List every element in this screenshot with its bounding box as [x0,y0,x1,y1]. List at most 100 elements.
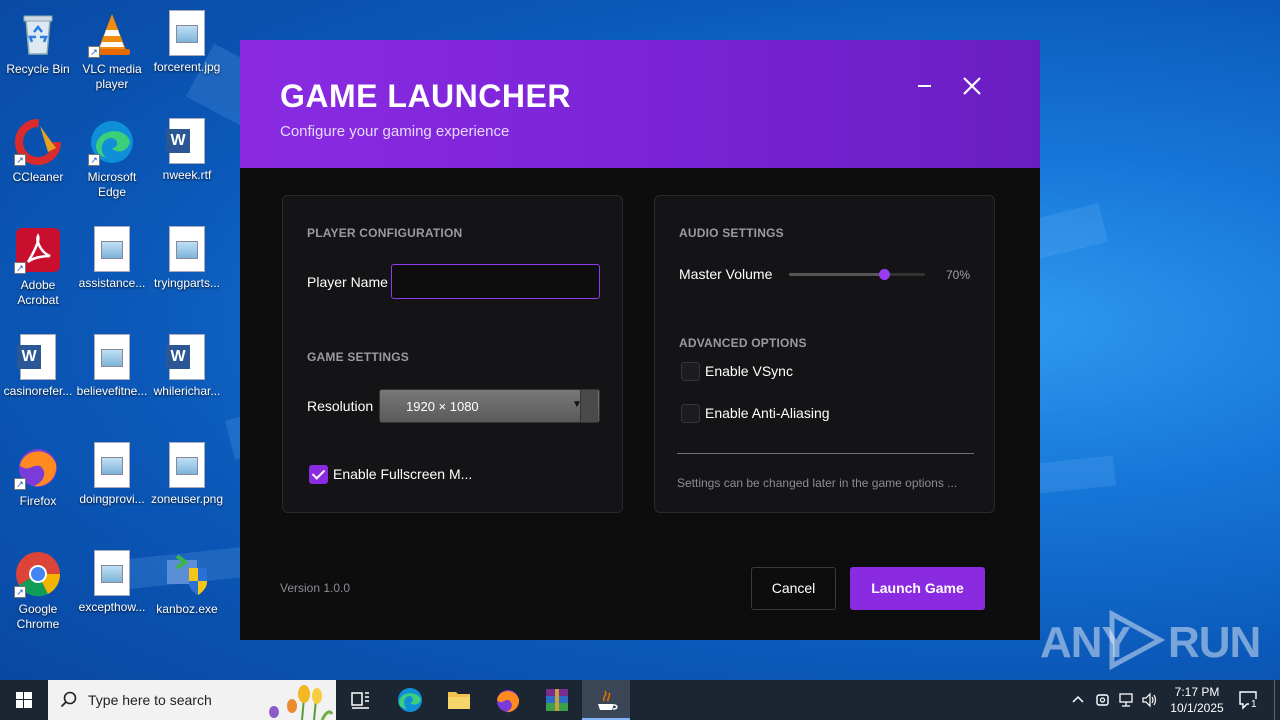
desktop-icon-label: Microsoft Edge [87,170,137,199]
show-desktop-button[interactable] [1274,680,1275,720]
vlc-cone-icon: ↗ [88,10,136,58]
desktop-icon-ccleaner[interactable]: ↗ CCleaner [0,112,76,185]
edge-browser-icon [398,688,422,712]
taskbar-search-box[interactable]: Type here to search [48,680,336,720]
desktop-icon-label: tryingparts... [153,276,221,290]
game-launcher-window: GAME LAUNCHER Configure your gaming expe… [240,40,1040,640]
network-button[interactable] [1117,691,1135,712]
desktop-icon-label: zoneuser.png [150,492,224,506]
clock-date: 10/1/2025 [1170,701,1224,715]
desktop-icon-label: kanboz.exe [156,602,218,616]
close-icon [963,77,981,95]
desktop-icon-zoneuser[interactable]: zoneuser.png [149,436,225,507]
taskbar-java-app[interactable] [582,680,630,720]
close-button[interactable] [956,70,988,102]
word-document-icon: W [17,334,56,380]
shortcut-arrow-icon: ↗ [88,46,100,58]
desktop-icon-excepthow[interactable]: excepthow... [74,544,150,615]
launch-game-button[interactable]: Launch Game [850,567,985,610]
play-triangle-icon [1109,610,1166,670]
taskbar-winrar[interactable] [533,680,581,720]
desktop-icon-casinorefer[interactable]: W casinorefer... [0,328,76,399]
anyrun-watermark: ANY RUN [1040,610,1261,670]
recycle-bin-icon [14,10,62,58]
desktop-icon-label: doingprovi... [79,492,145,506]
java-icon [598,690,618,710]
desktop-icon-believefitne[interactable]: believefitne... [74,328,150,399]
acrobat-icon: ↗ [14,226,62,274]
desktop-icon-recycle-bin[interactable]: Recycle Bin [0,4,76,77]
image-file-icon [169,10,205,56]
taskbar-edge[interactable] [386,680,434,720]
shortcut-arrow-icon: ↗ [14,586,26,598]
ccleaner-icon: ↗ [14,118,62,166]
meet-now-button[interactable] [1094,691,1112,712]
desktop-icon-edge[interactable]: ↗ Microsoft Edge [74,112,150,200]
minimize-button[interactable] [908,70,940,102]
player-name-label: Player Name [307,274,388,290]
select-button-area [580,390,598,422]
taskbar: Type here to search 7:17 PM 10/1/2025 1 [0,680,1280,720]
firefox-icon: ↗ [14,442,62,490]
image-file-icon [169,442,205,488]
audio-advanced-panel: AUDIO SETTINGS Master Volume 70% ADVANCE… [654,195,995,513]
desktop-icon-kanboz[interactable]: kanboz.exe [149,544,225,617]
desktop-icon-label: CCleaner [12,170,64,184]
master-volume-slider[interactable] [789,269,925,280]
start-button[interactable] [0,680,48,720]
desktop-icon-chrome[interactable]: ↗ Google Chrome [0,544,76,632]
desktop-icon-acrobat[interactable]: ↗ Adobe Acrobat [0,220,76,308]
desktop-icon-tryingparts[interactable]: tryingparts... [149,220,225,291]
fullscreen-label: Enable Fullscreen M... [333,466,473,482]
launcher-header: GAME LAUNCHER Configure your gaming expe… [240,40,1040,168]
volume-button[interactable] [1141,691,1159,712]
vsync-checkbox[interactable] [681,362,700,381]
player-configuration-heading: PLAYER CONFIGURATION [307,226,463,240]
desktop-icon-firefox[interactable]: ↗ Firefox [0,436,76,509]
show-hidden-icons-button[interactable] [1070,692,1086,711]
task-view-button[interactable] [336,680,384,720]
word-document-icon: W [166,334,205,380]
master-volume-value: 70% [946,268,971,282]
notification-count: 1 [1249,699,1259,710]
chevron-up-icon [1072,695,1084,703]
desktop-icon-nweek[interactable]: W nweek.rtf [149,112,225,183]
image-file-icon [94,442,130,488]
antialiasing-checkbox[interactable] [681,404,700,423]
resolution-select[interactable]: 1920 × 1080 ▼ [379,389,600,423]
image-file-icon [169,226,205,272]
search-icon [60,691,77,708]
settings-note: Settings can be changed later in the gam… [677,476,958,490]
fullscreen-checkbox[interactable] [309,465,328,484]
version-label: Version 1.0.0 [280,581,351,595]
taskbar-clock[interactable]: 7:17 PM 10/1/2025 [1166,684,1228,716]
desktop-icon-label: Firefox [19,494,57,508]
chevron-down-icon: ▼ [572,399,582,410]
slider-thumb[interactable] [879,269,891,280]
taskbar-firefox[interactable] [484,680,532,720]
tulip-search-highlight-icon [269,685,334,720]
desktop-icon-forcerent[interactable]: forcerent.jpg [149,4,225,75]
camera-icon [1096,694,1109,706]
master-volume-label: Master Volume [679,266,773,282]
notifications-button[interactable]: 1 [1238,689,1260,714]
resolution-value: 1920 × 1080 [406,399,479,414]
desktop-icon-label: Recycle Bin [6,62,70,76]
watermark-text-right: RUN [1168,618,1261,667]
launcher-subtitle: Configure your gaming experience [280,123,510,140]
desktop-icon-assistance[interactable]: assistance... [74,220,150,291]
desktop-icon-label: nweek.rtf [162,168,212,182]
player-game-panel: PLAYER CONFIGURATION Player Name GAME SE… [282,195,623,513]
desktop-icon-label: whilerichar... [153,384,221,398]
edge-browser-icon: ↗ [88,118,136,166]
desktop-icon-vlc[interactable]: ↗ VLC media player [74,4,150,92]
audio-settings-heading: AUDIO SETTINGS [679,226,784,240]
player-name-input[interactable] [391,264,600,299]
desktop-icon-whilerichar[interactable]: W whilerichar... [149,328,225,399]
desktop-icon-label: casinorefer... [3,384,73,398]
cancel-button[interactable]: Cancel [751,567,836,610]
word-document-icon: W [166,118,205,164]
slider-fill [789,273,885,276]
desktop-icon-doingprovi[interactable]: doingprovi... [74,436,150,507]
taskbar-file-explorer[interactable] [435,680,483,720]
